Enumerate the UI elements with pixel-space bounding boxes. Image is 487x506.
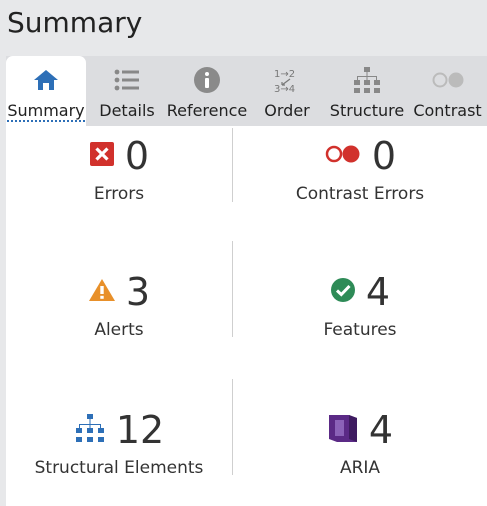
tab-label: Order	[264, 101, 310, 120]
errors-summary[interactable]: 0 Errors	[6, 134, 232, 204]
info-icon	[193, 65, 221, 95]
contrast-errors-summary[interactable]: 0 Contrast Errors	[233, 134, 487, 204]
home-icon	[32, 65, 60, 95]
aria-count: 4	[368, 408, 394, 452]
summary-panel: 0 Errors 0 Contrast Errors 3 Alerts 4 Fe…	[6, 126, 487, 506]
alert-icon	[88, 277, 116, 307]
features-label: Features	[323, 320, 397, 340]
contrast-errors-label: Contrast Errors	[295, 184, 425, 204]
aria-icon	[327, 412, 359, 448]
alerts-count: 3	[125, 270, 151, 314]
errors-count: 0	[124, 134, 150, 178]
contrast-icon	[431, 65, 465, 95]
aria-summary[interactable]: 4 ARIA	[233, 408, 487, 478]
tab-label: Reference	[166, 101, 248, 120]
tab-contrast[interactable]: Contrast	[408, 56, 487, 126]
tab-reference[interactable]: Reference	[166, 56, 248, 126]
alerts-summary[interactable]: 3 Alerts	[6, 270, 232, 340]
features-count: 4	[365, 270, 391, 314]
features-summary[interactable]: 4 Features	[233, 270, 487, 340]
tab-label: Contrast	[413, 101, 482, 120]
tab-details[interactable]: Details	[88, 56, 166, 126]
svg-text:1→2: 1→2	[274, 69, 295, 80]
tab-structure[interactable]: Structure	[326, 56, 408, 126]
feature-check-icon	[330, 277, 356, 307]
contrast-error-icon	[324, 143, 362, 169]
alerts-label: Alerts	[94, 320, 144, 340]
tab-label: Summary	[7, 101, 85, 122]
structure-icon	[74, 413, 106, 447]
page-title: Summary	[7, 6, 143, 39]
tab-label: Details	[99, 101, 155, 120]
order-icon: 1→2 3→4	[272, 65, 302, 95]
contrast-errors-count: 0	[371, 134, 397, 178]
tab-bar: Summary Details Reference 1→2 3→4 Order …	[6, 56, 487, 126]
list-icon	[113, 65, 141, 95]
tab-summary[interactable]: Summary	[6, 56, 86, 126]
error-icon	[89, 141, 115, 171]
aria-label: ARIA	[339, 458, 381, 478]
errors-label: Errors	[93, 184, 145, 204]
structure-icon	[352, 65, 382, 95]
tab-label: Structure	[329, 101, 405, 120]
tab-order[interactable]: 1→2 3→4 Order	[248, 56, 326, 126]
structural-elements-label: Structural Elements	[34, 458, 204, 478]
structural-elements-summary[interactable]: 12 Structural Elements	[6, 408, 232, 478]
svg-text:3→4: 3→4	[274, 84, 295, 94]
structural-elements-count: 12	[115, 408, 165, 452]
